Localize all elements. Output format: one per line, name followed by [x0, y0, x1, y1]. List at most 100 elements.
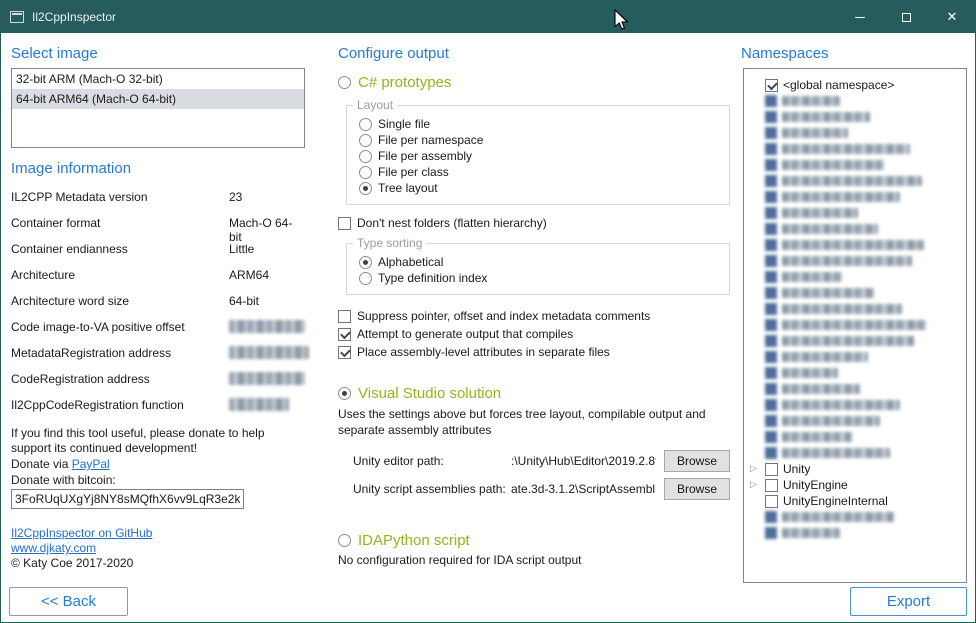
layout-groupbox: Layout Single fileFile per namespaceFile…	[346, 105, 730, 205]
paypal-link[interactable]: PayPal	[72, 457, 110, 471]
output-option-checkbox[interactable]: Suppress pointer, offset and index metad…	[338, 307, 730, 325]
redacted-label	[782, 336, 914, 346]
export-button[interactable]: Export	[850, 587, 967, 616]
sorting-option[interactable]: Type definition index	[359, 270, 729, 286]
namespace-label: Unity	[783, 462, 810, 476]
image-list-item[interactable]: 32-bit ARM (Mach-O 32-bit)	[12, 69, 304, 89]
redacted-label	[782, 400, 900, 410]
radio-icon	[338, 387, 351, 400]
minimize-button[interactable]	[837, 1, 883, 33]
checkbox-icon	[765, 399, 777, 411]
namespace-item-redacted[interactable]	[744, 509, 966, 525]
checkbox-icon	[765, 207, 777, 219]
redacted-label	[782, 384, 860, 394]
namespace-item-redacted[interactable]	[744, 269, 966, 285]
checkbox-icon	[765, 159, 777, 171]
namespace-item-redacted[interactable]	[744, 189, 966, 205]
namespace-label: <global namespace>	[783, 78, 894, 92]
output-option-checkbox[interactable]: Attempt to generate output that compiles	[338, 325, 730, 343]
namespace-item-redacted[interactable]	[744, 333, 966, 349]
redacted-label	[782, 96, 840, 106]
namespace-list[interactable]: <global namespace> ▷ Unity▷UnityEngineUnit…	[743, 68, 967, 583]
csharp-prototypes-radio[interactable]: C# prototypes	[338, 74, 730, 91]
namespace-item-redacted[interactable]	[744, 317, 966, 333]
namespace-item-redacted[interactable]	[744, 365, 966, 381]
namespace-item[interactable]: ▷UnityEngine	[744, 477, 966, 493]
redacted-label	[782, 320, 926, 330]
option-label: Place assembly-level attributes in separ…	[357, 345, 610, 359]
idapython-radio[interactable]: IDAPython script	[338, 532, 730, 549]
redacted-value	[229, 398, 289, 411]
layout-option[interactable]: File per class	[359, 164, 729, 180]
flatten-checkbox[interactable]: Don't nest folders (flatten hierarchy)	[338, 215, 730, 231]
layout-option[interactable]: Tree layout	[359, 180, 729, 196]
layout-option[interactable]: File per namespace	[359, 132, 729, 148]
info-label: IL2CPP Metadata version	[11, 190, 229, 216]
namespace-item-redacted[interactable]	[744, 205, 966, 221]
expander-icon[interactable]: ▷	[750, 462, 757, 476]
layout-option[interactable]: Single file	[359, 116, 729, 132]
unity-editor-path-label: Unity editor path:	[353, 454, 511, 468]
namespace-item-redacted[interactable]	[744, 301, 966, 317]
namespace-item-redacted[interactable]	[744, 285, 966, 301]
info-value: 64-bit	[229, 294, 305, 320]
namespace-item-global[interactable]: <global namespace>	[744, 77, 966, 93]
namespace-item[interactable]: UnityEngineInternal	[744, 493, 966, 509]
bitcoin-address-input[interactable]	[11, 489, 244, 509]
namespace-item-redacted[interactable]	[744, 125, 966, 141]
close-button[interactable]: ✕	[929, 1, 975, 33]
namespace-item-redacted[interactable]	[744, 429, 966, 445]
namespace-item-redacted[interactable]	[744, 253, 966, 269]
info-label: Container endianness	[11, 242, 229, 268]
namespace-item-redacted[interactable]	[744, 173, 966, 189]
idapython-label: IDAPython script	[358, 532, 470, 549]
namespace-item-redacted[interactable]	[744, 349, 966, 365]
expander-icon[interactable]: ▷	[750, 478, 757, 492]
option-label: Type definition index	[378, 271, 487, 285]
browse-assemblies-button[interactable]: Browse	[664, 478, 730, 500]
copyright-text: © Katy Coe 2017-2020	[11, 556, 305, 571]
browse-editor-button[interactable]: Browse	[664, 450, 730, 472]
unity-assemblies-path-value: ate.3d-3.1.2\ScriptAssemblies	[511, 482, 656, 496]
namespace-item-redacted[interactable]	[744, 141, 966, 157]
donate-via-line: Donate via PayPal	[11, 457, 305, 472]
namespace-item[interactable]: ▷ Unity	[744, 461, 966, 477]
namespace-item-redacted[interactable]	[744, 397, 966, 413]
namespace-item-redacted[interactable]	[744, 237, 966, 253]
checkbox-icon	[765, 255, 777, 267]
configure-output-heading: Configure output	[338, 45, 730, 62]
option-label: Alphabetical	[378, 255, 443, 269]
namespace-item-redacted[interactable]	[744, 93, 966, 109]
checkbox-icon	[765, 271, 777, 283]
namespace-item-redacted[interactable]	[744, 221, 966, 237]
info-row: IL2CPP Metadata version23	[11, 190, 305, 216]
maximize-button[interactable]	[883, 1, 929, 33]
checkbox-icon	[765, 479, 778, 492]
radio-icon	[359, 182, 372, 195]
namespace-item-redacted[interactable]	[744, 445, 966, 461]
visual-studio-radio[interactable]: Visual Studio solution	[338, 385, 730, 402]
image-listbox[interactable]: 32-bit ARM (Mach-O 32-bit)64-bit ARM64 (…	[11, 68, 305, 148]
namespace-item-redacted[interactable]	[744, 157, 966, 173]
redacted-label	[782, 240, 924, 250]
namespace-item-redacted[interactable]	[744, 413, 966, 429]
namespace-item-redacted[interactable]	[744, 525, 966, 541]
sorting-option[interactable]: Alphabetical	[359, 254, 729, 270]
github-link[interactable]: Il2CppInspector on GitHub	[11, 526, 152, 540]
checkbox-icon	[765, 95, 777, 107]
select-image-panel: Select image 32-bit ARM (Mach-O 32-bit)6…	[11, 33, 305, 571]
bitcoin-label: Donate with bitcoin:	[11, 473, 305, 488]
namespaces-heading: Namespaces	[741, 45, 968, 62]
image-information-heading: Image information	[11, 160, 305, 177]
checkbox-icon	[765, 143, 777, 155]
website-link[interactable]: www.djkaty.com	[11, 541, 96, 555]
layout-option[interactable]: File per assembly	[359, 148, 729, 164]
output-option-checkbox[interactable]: Place assembly-level attributes in separ…	[338, 343, 730, 361]
vs-description: Uses the settings above but forces tree …	[338, 406, 723, 438]
info-value: ARM64	[229, 268, 305, 294]
image-list-item[interactable]: 64-bit ARM64 (Mach-O 64-bit)	[12, 89, 304, 109]
namespace-item-redacted[interactable]	[744, 109, 966, 125]
checkbox-icon	[765, 351, 777, 363]
back-button[interactable]: << Back	[9, 587, 128, 616]
namespace-item-redacted[interactable]	[744, 381, 966, 397]
